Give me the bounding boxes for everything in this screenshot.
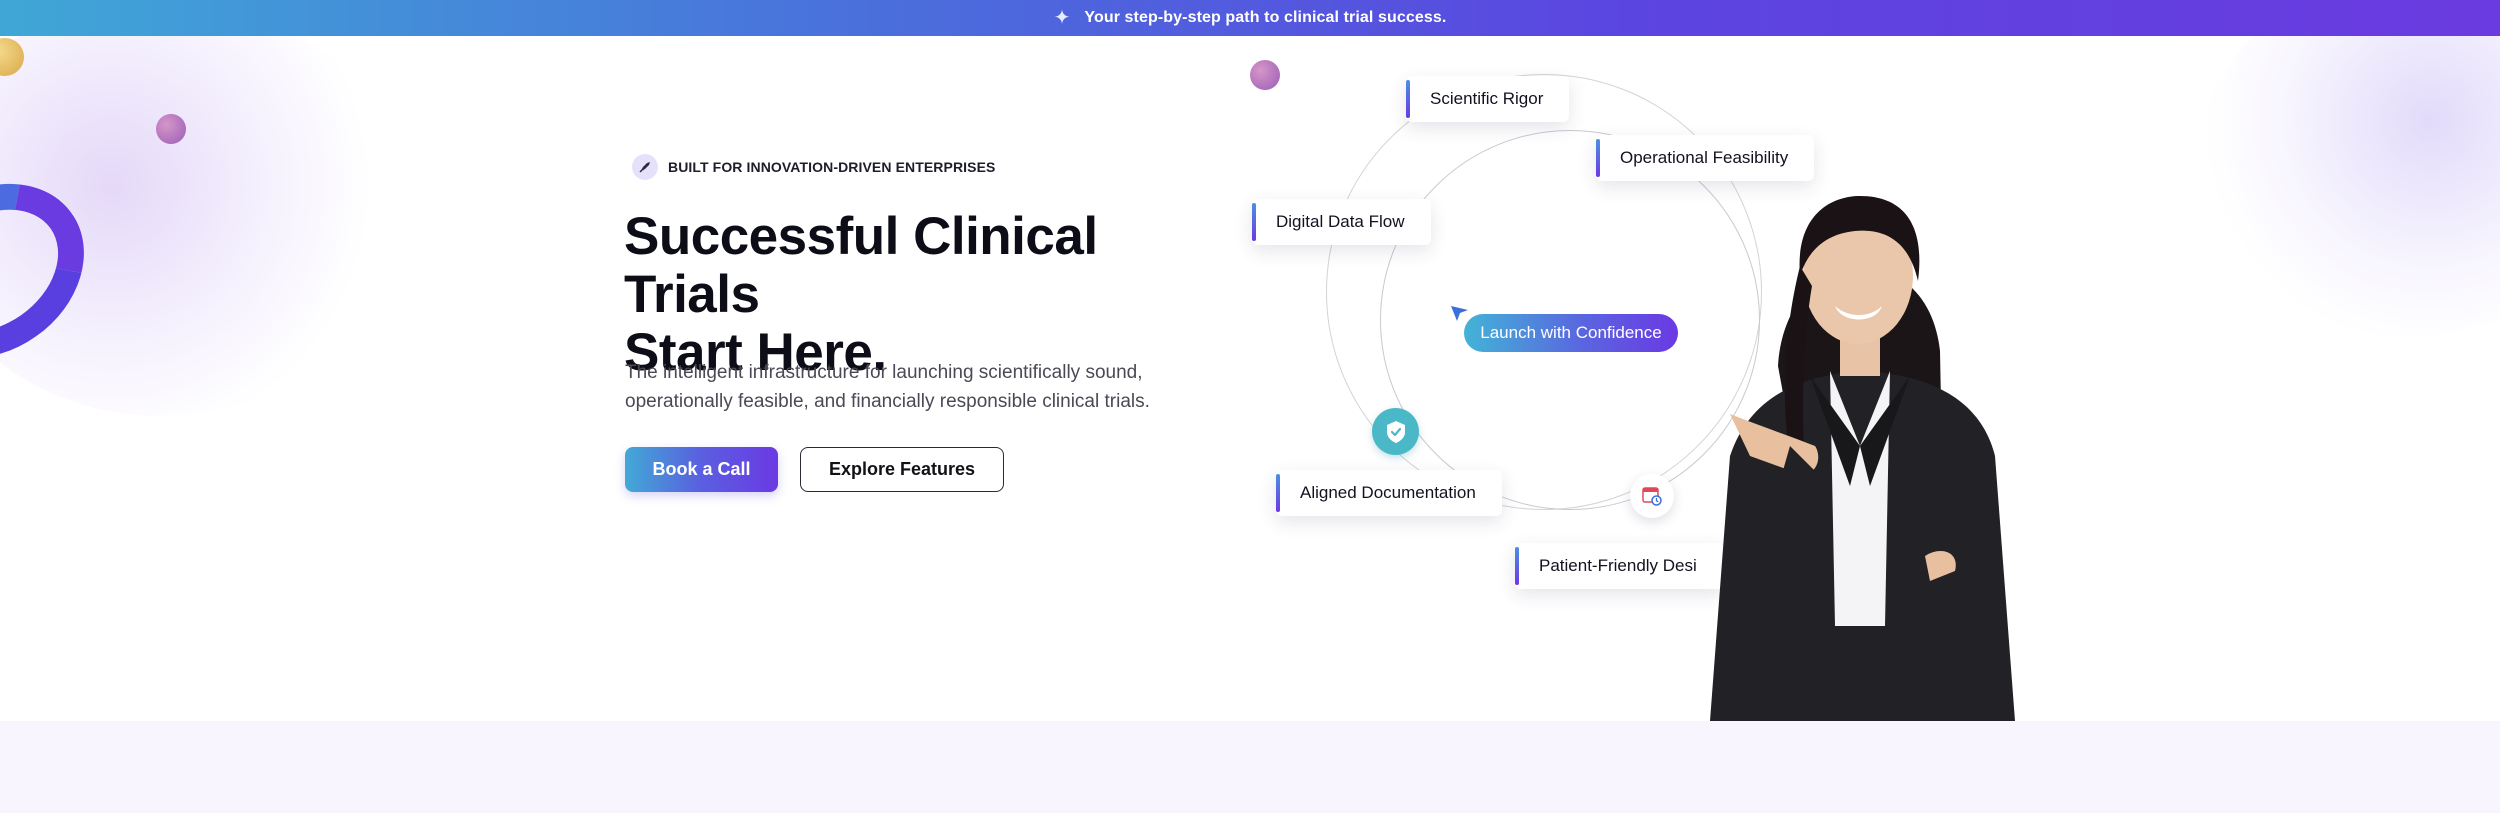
background-glow-right bbox=[2200, 36, 2500, 336]
shield-check-icon bbox=[1372, 408, 1419, 455]
explore-features-button[interactable]: Explore Features bbox=[800, 447, 1004, 492]
next-section-background bbox=[0, 721, 2500, 813]
announcement-text: Your step-by-step path to clinical trial… bbox=[1084, 9, 1447, 26]
feature-chip-aligned-documentation: Aligned Documentation bbox=[1276, 470, 1502, 516]
sparkle-icon: ✦ bbox=[1053, 7, 1071, 29]
rocket-icon bbox=[632, 154, 658, 180]
hero-section: BUILT FOR INNOVATION-DRIVEN ENTERPRISES … bbox=[0, 36, 2500, 721]
eyebrow-badge: BUILT FOR INNOVATION-DRIVEN ENTERPRISES bbox=[632, 154, 995, 180]
description-line-1: The intelligent infrastructure for launc… bbox=[625, 362, 1143, 383]
decorative-orb-purple bbox=[156, 114, 186, 144]
eyebrow-text: BUILT FOR INNOVATION-DRIVEN ENTERPRISES bbox=[668, 159, 996, 175]
decorative-orb-purple bbox=[1250, 60, 1280, 90]
professional-woman-image bbox=[1710, 196, 2015, 721]
description-line-2: operationally feasible, and financially … bbox=[625, 391, 1150, 412]
page-title: Successful Clinical Trials Start Here. bbox=[624, 208, 1224, 382]
headline-line-1: Successful Clinical Trials bbox=[624, 207, 1098, 324]
feature-chip-digital-data-flow: Digital Data Flow bbox=[1252, 199, 1431, 245]
calendar-clock-icon bbox=[1630, 474, 1674, 518]
book-a-call-button[interactable]: Book a Call bbox=[625, 447, 778, 492]
feature-chip-scientific-rigor: Scientific Rigor bbox=[1406, 76, 1570, 122]
hero-description: The intelligent infrastructure for launc… bbox=[625, 358, 1185, 416]
announcement-bar: ✦ Your step-by-step path to clinical tri… bbox=[0, 0, 2500, 36]
launch-with-confidence-pill: Launch with Confidence bbox=[1464, 314, 1678, 352]
